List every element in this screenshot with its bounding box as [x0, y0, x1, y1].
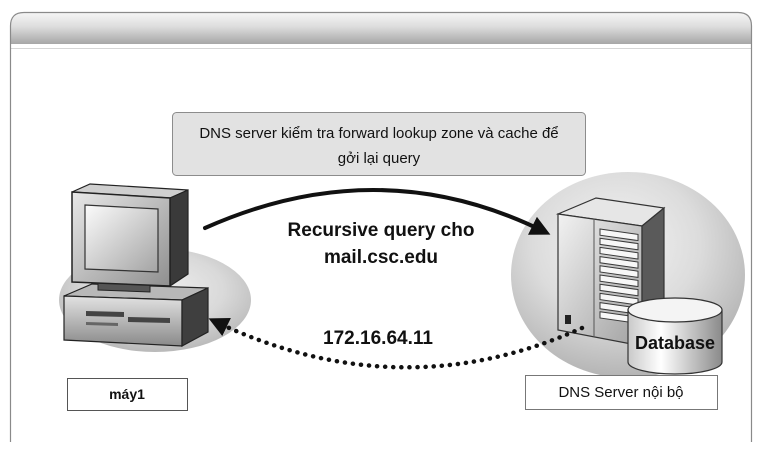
frame-title-bar [10, 12, 752, 44]
database-label: Database [635, 333, 715, 353]
response-address: 172.16.64.11 [323, 328, 433, 349]
client-label-box: máy1 [67, 378, 188, 411]
dns-recursive-query-diagram: DNS server kiểm tra forward lookup zone … [9, 11, 753, 442]
server-power-light [565, 315, 571, 324]
drive-slot [128, 317, 170, 323]
request-label-line1: Recursive query cho [288, 220, 475, 241]
database-top [627, 297, 723, 323]
monitor-side [169, 189, 189, 288]
server-label-box: DNS Server nội bộ [525, 375, 718, 410]
request-label-line2: mail.csc.edu [324, 247, 438, 268]
monitor-screen [84, 204, 159, 273]
database-cylinder-icon: Database [627, 297, 723, 375]
desktop-computer-icon [59, 183, 251, 352]
callout-text-line1: DNS server kiểm tra forward lookup zone … [199, 125, 558, 142]
client-label: máy1 [109, 386, 145, 402]
callout-box: DNS server kiểm tra forward lookup zone … [172, 112, 586, 176]
drive-slot [86, 311, 124, 317]
server-label: DNS Server nội bộ [558, 384, 683, 401]
callout-text-line2: gởi lại query [338, 150, 421, 167]
